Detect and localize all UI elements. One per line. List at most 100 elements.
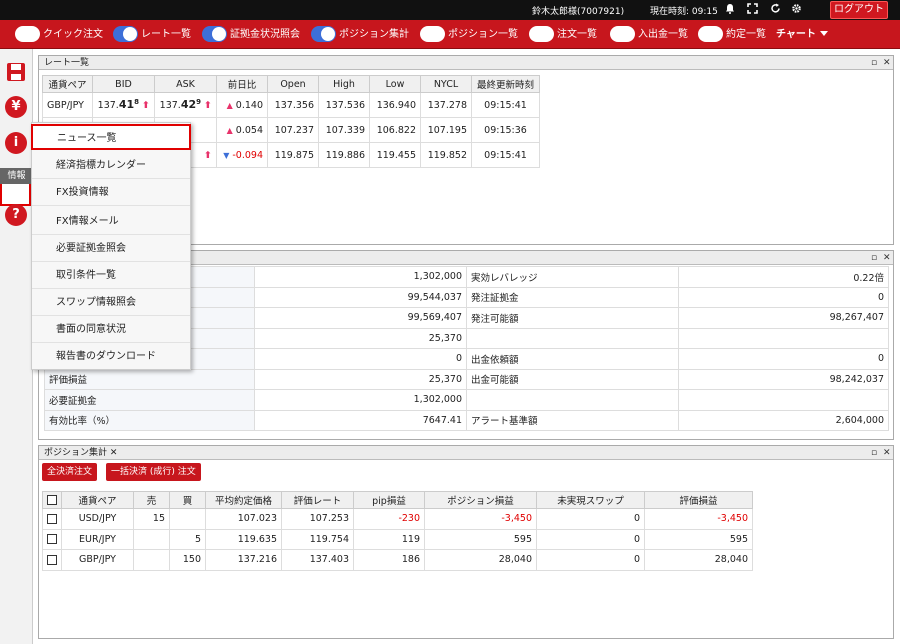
col-low[interactable]: Low xyxy=(369,75,421,93)
triangle-up-icon: ▲ xyxy=(226,100,233,110)
toolbar-execution-list[interactable]: 約定一覧 xyxy=(726,27,766,42)
col-swap[interactable]: 未実現スワップ xyxy=(536,491,645,509)
table-row[interactable]: EUR/JPY 5 119.635 119.754 119 595 0 595 xyxy=(42,528,753,550)
table-row: 評価損益 25,370 出金可能額 98,242,037 xyxy=(44,368,889,390)
rate-table-header: 通貨ペア BID ASK 前日比 Open High Low NYCL 最終更新… xyxy=(42,75,540,93)
rate-panel-header: レート一覧 xyxy=(39,56,893,70)
toolbar-position-summary[interactable]: ポジション集計 xyxy=(339,27,409,42)
current-time: 現在時刻: 09:15 xyxy=(650,7,718,17)
menu-item-swap-info[interactable]: スワップ情報照会 xyxy=(32,290,190,316)
toolbar-deposit-list[interactable]: 入出金一覧 xyxy=(638,27,688,42)
toggle-margin-status[interactable] xyxy=(202,26,227,42)
toolbar-order-list[interactable]: 注文一覧 xyxy=(557,27,597,42)
row-checkbox[interactable] xyxy=(42,508,62,530)
menu-item-margin-inquiry[interactable]: 必要証拠金照会 xyxy=(32,236,190,262)
position-summary-panel: ポジション集計 ✕ ▫ ✕ 全決済注文 一括決済 (成行) 注文 通貨ペア 売 … xyxy=(38,445,894,639)
col-nycl[interactable]: NYCL xyxy=(420,75,472,93)
col-pip-pl[interactable]: pip損益 xyxy=(353,491,425,509)
bell-icon[interactable] xyxy=(724,3,736,16)
col-sell[interactable]: 売 xyxy=(133,491,170,509)
high-cell: 137.536 xyxy=(318,92,370,118)
rate-panel-title: レート一覧 xyxy=(44,58,90,68)
menu-item-report-download[interactable]: 報告書のダウンロード xyxy=(32,344,190,370)
menu-item-news-list[interactable]: ニュース一覧 xyxy=(31,124,191,150)
col-avg-price[interactable]: 平均約定価格 xyxy=(205,491,282,509)
toolbar-position-list[interactable]: ポジション一覧 xyxy=(448,27,518,42)
yen-icon[interactable]: ¥ xyxy=(5,96,27,118)
refresh-icon[interactable] xyxy=(769,3,781,16)
save-icon[interactable] xyxy=(6,62,26,82)
low-cell: 106.822 xyxy=(369,117,421,143)
bulk-settle-market-button[interactable]: 一括決済 (成行) 注文 xyxy=(106,463,201,481)
menu-item-economic-calendar[interactable]: 経済指標カレンダー xyxy=(32,153,190,179)
info-menu: ニュース一覧 経済指標カレンダー FX投資情報 FX情報メール 必要証拠金照会 … xyxy=(31,122,191,370)
menu-item-fx-info-mail[interactable]: FX情報メール xyxy=(32,209,190,235)
bid-cell[interactable]: 137.418 ⬆ xyxy=(92,92,155,118)
low-cell: 119.455 xyxy=(369,142,421,168)
table-row[interactable]: GBP/JPY 137.418 ⬆ 137.429 ⬆ ▲ 0.140 137.… xyxy=(42,92,540,118)
col-change[interactable]: 前日比 xyxy=(216,75,268,93)
close-icon[interactable]: ✕ xyxy=(883,56,891,70)
col-buy[interactable]: 買 xyxy=(169,491,206,509)
maximize-icon[interactable]: ▫ xyxy=(871,446,877,460)
col-pair[interactable]: 通貨ペア xyxy=(61,491,134,509)
col-high[interactable]: High xyxy=(318,75,370,93)
menu-item-fx-investment-info[interactable]: FX投資情報 xyxy=(32,180,190,206)
settle-all-button[interactable]: 全決済注文 xyxy=(42,463,98,481)
col-bid[interactable]: BID xyxy=(92,75,155,93)
toggle-position-summary[interactable] xyxy=(311,26,336,42)
gear-icon[interactable] xyxy=(790,3,802,16)
col-position-pl[interactable]: ポジション損益 xyxy=(424,491,537,509)
chevron-down-icon xyxy=(819,31,828,36)
toggle-order-list[interactable] xyxy=(529,26,554,42)
row-checkbox[interactable] xyxy=(42,549,62,571)
change-cell: ▲ 0.140 xyxy=(216,92,268,118)
toggle-deposit-list[interactable] xyxy=(610,26,635,42)
nycl-cell: 137.278 xyxy=(420,92,472,118)
toggle-execution-list[interactable] xyxy=(698,26,723,42)
menu-item-trading-conditions[interactable]: 取引条件一覧 xyxy=(32,263,190,289)
triangle-down-icon: ▼ xyxy=(223,150,230,160)
info-icon[interactable]: i xyxy=(5,132,27,154)
up-arrow-icon: ⬆ xyxy=(204,149,212,161)
col-ask[interactable]: ASK xyxy=(154,75,217,93)
toolbar-quick-order[interactable]: クイック注文 xyxy=(43,27,103,42)
row-checkbox[interactable] xyxy=(42,528,62,550)
col-eval-pl[interactable]: 評価損益 xyxy=(644,491,753,509)
high-cell: 119.886 xyxy=(318,142,370,168)
toggle-position-list[interactable] xyxy=(420,26,445,42)
high-cell: 107.339 xyxy=(318,117,370,143)
select-all-checkbox[interactable] xyxy=(42,491,62,509)
logout-button[interactable]: ログアウト xyxy=(830,1,888,19)
time-cell: 09:15:36 xyxy=(471,117,540,143)
col-eval-rate[interactable]: 評価レート xyxy=(281,491,354,509)
maximize-icon[interactable]: ▫ xyxy=(871,56,877,70)
ask-cell[interactable]: 137.429 ⬆ xyxy=(154,92,217,118)
toggle-quick-order[interactable] xyxy=(15,26,40,42)
toolbar-margin-status[interactable]: 証拠金状況照会 xyxy=(230,27,300,42)
col-open[interactable]: Open xyxy=(267,75,319,93)
tab-close-icon[interactable]: ✕ xyxy=(110,448,118,458)
open-cell: 119.875 xyxy=(267,142,319,168)
user-name: 鈴木太郎様(7007921) xyxy=(532,7,625,17)
nycl-cell: 107.195 xyxy=(420,117,472,143)
toolbar-rate-list[interactable]: レート一覧 xyxy=(141,27,191,42)
help-icon[interactable]: ? xyxy=(5,204,27,226)
table-row[interactable]: USD/JPY 15 107.023 107.253 -230 -3,450 0… xyxy=(42,508,753,530)
table-row[interactable]: GBP/JPY 150 137.216 137.403 186 28,040 0… xyxy=(42,549,753,571)
col-updated[interactable]: 最終更新時刻 xyxy=(471,75,540,93)
time-cell: 09:15:41 xyxy=(471,92,540,118)
col-pair[interactable]: 通貨ペア xyxy=(42,75,93,93)
maximize-icon[interactable]: ▫ xyxy=(871,251,877,265)
up-arrow-icon: ⬆ xyxy=(204,100,212,112)
close-icon[interactable]: ✕ xyxy=(883,446,891,460)
position-table-header: 通貨ペア 売 買 平均約定価格 評価レート pip損益 ポジション損益 未実現ス… xyxy=(42,491,753,509)
pair-cell: GBP/JPY xyxy=(42,92,93,118)
change-cell: ▲ 0.054 xyxy=(216,117,268,143)
fullscreen-icon[interactable] xyxy=(746,3,758,16)
close-icon[interactable]: ✕ xyxy=(883,251,891,265)
chart-menu[interactable]: チャート xyxy=(776,27,828,42)
table-row: 必要証拠金 1,302,000 xyxy=(44,389,889,411)
menu-item-consent-status[interactable]: 書面の同意状況 xyxy=(32,317,190,343)
toggle-rate-list[interactable] xyxy=(113,26,138,42)
